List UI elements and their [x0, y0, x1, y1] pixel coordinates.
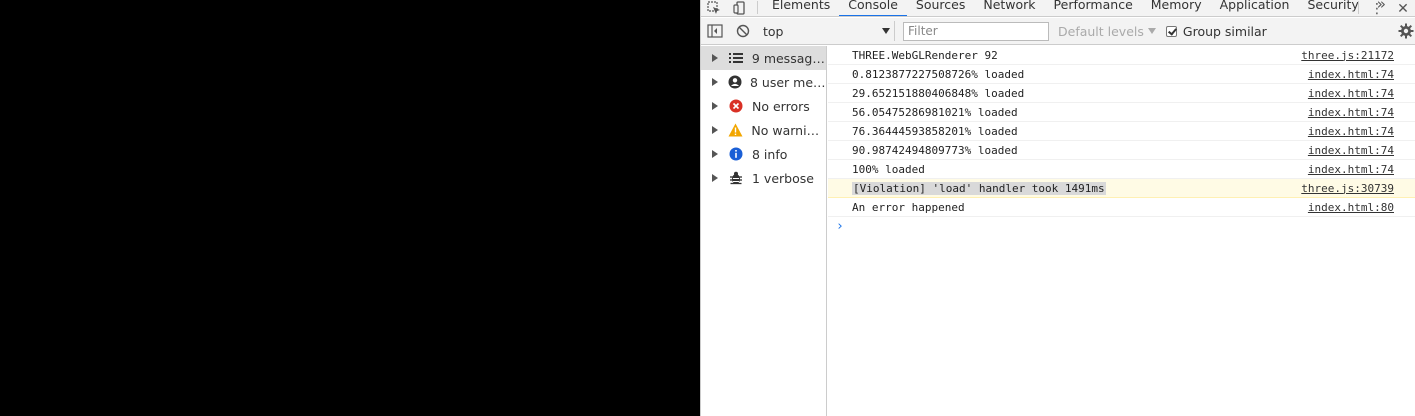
chevron-down-icon: [882, 28, 890, 34]
console-message: 29.652151880406848% loaded index.html:74: [828, 84, 1415, 103]
gear-icon[interactable]: [1397, 22, 1415, 40]
tabbar-actions: ⋮ ✕: [1354, 0, 1415, 16]
expand-triangle-icon[interactable]: [712, 126, 718, 134]
warning-icon: [728, 122, 743, 138]
bug-icon: [728, 170, 744, 186]
console-message-source-link[interactable]: index.html:74: [1308, 125, 1394, 138]
tab-elements[interactable]: Elements: [763, 0, 839, 16]
more-options-icon[interactable]: ⋮: [1364, 0, 1390, 16]
tabbar-divider: [757, 1, 758, 14]
sidebar-item-label: 9 messages: [751, 50, 826, 66]
info-icon: [728, 146, 744, 162]
log-levels-label: Default levels: [1058, 23, 1144, 39]
expand-triangle-icon[interactable]: [712, 102, 718, 110]
sidebar-item-label: 8 user mess…: [750, 74, 826, 90]
sidebar-item-warning[interactable]: No warnings: [701, 118, 826, 142]
chevron-down-icon: [1147, 28, 1156, 34]
sidebar-item-user[interactable]: 8 user mess…: [701, 70, 826, 94]
console-message: 0.8123877227508726% loaded index.html:74: [828, 65, 1415, 84]
console-message-text: 29.652151880406848% loaded: [852, 86, 1025, 100]
group-similar-label: Group similar: [1182, 23, 1267, 39]
console-message: 56.05475286981021% loaded index.html:74: [828, 103, 1415, 122]
console-message: 90.98742494809773% loaded index.html:74: [828, 141, 1415, 160]
sidebar-item-label: No warnings: [751, 122, 826, 138]
close-devtools-icon[interactable]: ✕: [1390, 0, 1415, 16]
tab-memory[interactable]: Memory: [1142, 0, 1211, 16]
console-message-text: [Violation] 'load' handler took 1491ms: [852, 181, 1106, 195]
console-prompt[interactable]: ›: [828, 217, 1415, 236]
sidebar-item-info[interactable]: 8 info: [701, 142, 826, 166]
console-message: THREE.WebGLRenderer 92 three.js:21172: [828, 46, 1415, 65]
expand-triangle-icon[interactable]: [712, 150, 718, 158]
tab-network[interactable]: Network: [974, 0, 1044, 16]
error-icon: [728, 98, 744, 114]
console-message: [Violation] 'load' handler took 1491ms th…: [828, 179, 1415, 198]
sidebar-item-label: 1 verbose: [752, 170, 814, 186]
console-message-text: 0.8123877227508726% loaded: [852, 67, 1025, 81]
sidebar-item-label: No errors: [752, 98, 810, 114]
inspect-element-icon[interactable]: [701, 0, 727, 16]
user-icon: [728, 74, 742, 90]
tab-sources[interactable]: Sources: [907, 0, 974, 16]
console-message-source-link[interactable]: index.html:74: [1308, 163, 1394, 176]
devtools-panel: Elements Console Sources Network Performance…: [700, 0, 1415, 416]
console-message-source-link[interactable]: index.html:80: [1308, 201, 1394, 214]
context-selector[interactable]: top: [757, 21, 895, 41]
sidebar-item-error[interactable]: No errors: [701, 94, 826, 118]
log-levels-dropdown[interactable]: Default levels: [1058, 24, 1156, 39]
sidebar-item-list[interactable]: 9 messages: [701, 46, 826, 70]
devtools-tabbar: Elements Console Sources Network Performance…: [701, 0, 1415, 17]
console-message: 76.36444593858201% loaded index.html:74: [828, 122, 1415, 141]
console-message-text: THREE.WebGLRenderer 92: [852, 48, 998, 62]
filter-input[interactable]: [903, 21, 1049, 41]
expand-triangle-icon[interactable]: [712, 78, 718, 86]
clear-console-icon[interactable]: [729, 18, 757, 44]
console-message-text: 56.05475286981021% loaded: [852, 105, 1018, 119]
console-message-source-link[interactable]: index.html:74: [1308, 144, 1394, 157]
device-toolbar-icon[interactable]: [727, 0, 753, 16]
group-similar-checkbox[interactable]: [1165, 25, 1177, 37]
console-message-source-link[interactable]: index.html:74: [1308, 87, 1394, 100]
page-viewport: [0, 0, 700, 416]
console-message: 100% loaded index.html:74: [828, 160, 1415, 179]
sidebar-item-bug[interactable]: 1 verbose: [701, 166, 826, 190]
expand-triangle-icon[interactable]: [712, 174, 718, 182]
expand-triangle-icon[interactable]: [712, 54, 718, 62]
console-message-source-link[interactable]: three.js:30739: [1301, 182, 1394, 195]
tabbar-divider-right: [1358, 1, 1359, 14]
list-icon: [728, 50, 744, 66]
tab-console[interactable]: Console: [839, 0, 907, 16]
console-messages: THREE.WebGLRenderer 92 three.js:21172 0.81…: [828, 46, 1415, 416]
sidebar-toggle-icon[interactable]: [701, 18, 729, 44]
context-selector-value: top: [763, 23, 784, 39]
console-message-text: 90.98742494809773% loaded: [852, 143, 1018, 157]
console-sidebar: 9 messages 8 user mess… No errors No warnin…: [701, 46, 827, 416]
console-message-source-link[interactable]: three.js:21172: [1301, 49, 1394, 62]
tab-application[interactable]: Application: [1211, 0, 1299, 16]
group-similar-toggle[interactable]: Group similar: [1165, 23, 1267, 39]
console-message-source-link[interactable]: index.html:74: [1308, 68, 1394, 81]
prompt-chevron-icon: ›: [836, 219, 844, 234]
sidebar-item-label: 8 info: [752, 146, 788, 162]
tab-list: Elements Console Sources Network Performance…: [763, 0, 1368, 16]
tab-performance[interactable]: Performance: [1045, 0, 1142, 16]
console-message-text: 76.36444593858201% loaded: [852, 124, 1018, 138]
console-message: An error happened index.html:80: [828, 198, 1415, 217]
console-message-text: 100% loaded: [852, 162, 925, 176]
console-message-text: An error happened: [852, 200, 965, 214]
console-toolbar: top Default levels Group similar: [701, 18, 1415, 45]
console-message-source-link[interactable]: index.html:74: [1308, 106, 1394, 119]
